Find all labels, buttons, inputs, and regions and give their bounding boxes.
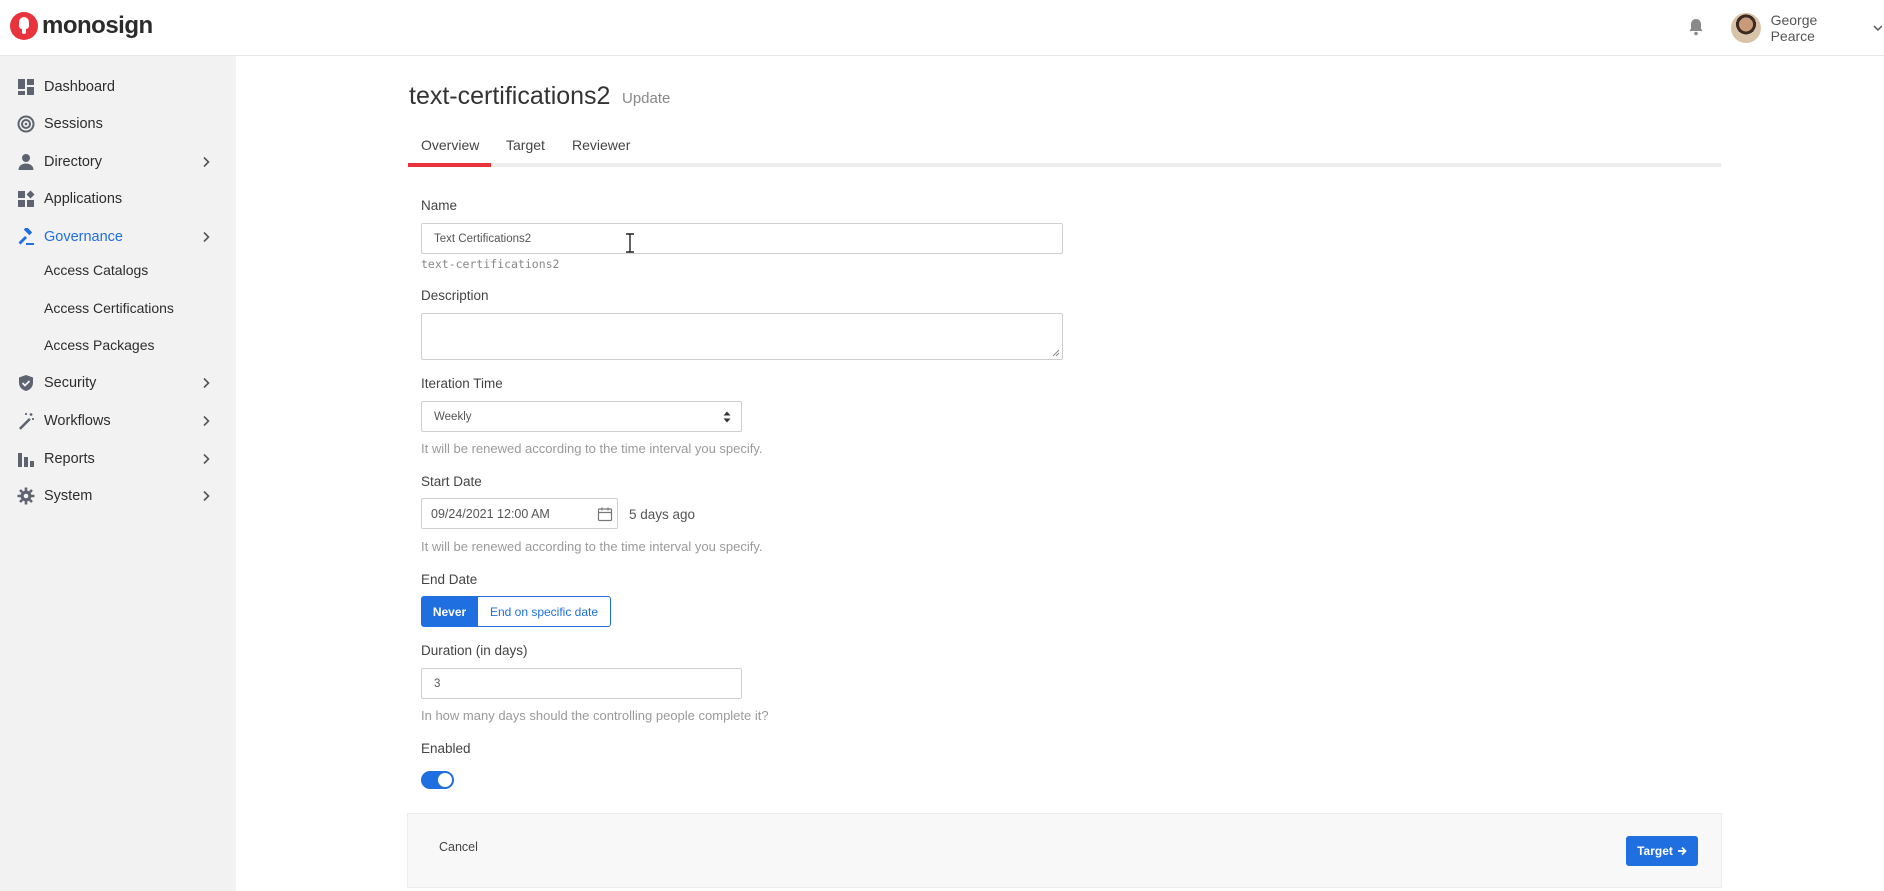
enabled-label: Enabled: [421, 741, 471, 756]
dashboard-icon: [18, 79, 34, 95]
sidebar-item-dashboard[interactable]: Dashboard: [0, 72, 236, 102]
tab-overview[interactable]: Overview: [421, 137, 479, 153]
chevron-right-icon: [203, 490, 210, 502]
text-cursor-icon: [626, 233, 634, 253]
avatar: [1731, 13, 1761, 43]
duration-label: Duration (in days): [421, 643, 528, 658]
name-slug: text-certifications2: [421, 257, 560, 271]
sidebar-item-governance[interactable]: Governance: [0, 222, 236, 252]
sidebar: Dashboard Sessions Directory Application…: [0, 56, 236, 891]
form-footer: [407, 813, 1722, 888]
enabled-toggle[interactable]: [421, 771, 454, 789]
tab-reviewer[interactable]: Reviewer: [572, 137, 630, 153]
start-date-value: 09/24/2021 12:00 AM: [431, 506, 550, 521]
sidebar-item-label: Applications: [44, 191, 123, 207]
sidebar-item-label: System: [44, 488, 93, 504]
page-title: text-certifications2: [409, 82, 611, 110]
bar-chart-icon: [18, 453, 34, 467]
end-date-label: End Date: [421, 572, 478, 587]
sidebar-item-directory[interactable]: Directory: [0, 147, 236, 177]
sidebar-item-label: Dashboard: [44, 79, 115, 95]
sidebar-item-security[interactable]: Security: [0, 368, 236, 398]
apps-icon: [18, 190, 35, 207]
description-label: Description: [421, 288, 489, 303]
tabs-divider: [408, 163, 1721, 167]
sidebar-item-label: Workflows: [44, 413, 111, 429]
name-label: Name: [421, 198, 458, 213]
logo[interactable]: monosign: [10, 12, 153, 40]
sidebar-item-system[interactable]: System: [0, 481, 236, 511]
user-menu[interactable]: George Pearce: [1731, 12, 1884, 44]
duration-help: In how many days should the controlling …: [421, 708, 769, 723]
sidebar-item-applications[interactable]: Applications: [0, 184, 236, 214]
wand-icon: [19, 413, 34, 430]
sidebar-subitem-access-catalogs[interactable]: Access Catalogs: [44, 258, 148, 282]
page-subtitle: Update: [622, 90, 671, 107]
end-date-toggle-group: Never End on specific date: [421, 596, 611, 627]
top-bar: monosign George Pearce: [0, 0, 1884, 56]
bell-icon[interactable]: [1688, 18, 1704, 36]
select-arrows-icon: [723, 411, 731, 423]
end-date-never-button[interactable]: Never: [421, 596, 478, 627]
sidebar-item-label: Security: [44, 375, 97, 391]
brand-name: monosign: [42, 12, 153, 39]
toggle-knob: [438, 773, 452, 787]
end-date-specific-button[interactable]: End on specific date: [478, 596, 611, 627]
resize-grip-icon[interactable]: [1052, 349, 1060, 357]
sidebar-subitem-access-packages[interactable]: Access Packages: [44, 333, 155, 357]
iteration-time-value: Weekly: [434, 410, 472, 423]
chevron-right-icon: [203, 156, 210, 168]
sidebar-item-reports[interactable]: Reports: [0, 444, 236, 474]
sidebar-item-label: Sessions: [44, 116, 103, 132]
shield-icon: [19, 375, 33, 391]
sidebar-item-label: Governance: [44, 229, 123, 245]
gavel-icon: [18, 228, 34, 245]
next-button-label: Target: [1637, 844, 1673, 858]
user-icon: [18, 154, 34, 170]
start-date-relative: 5 days ago: [629, 507, 696, 522]
tab-target[interactable]: Target: [506, 137, 545, 153]
iteration-time-select[interactable]: Weekly: [421, 401, 742, 432]
iteration-time-help: It will be renewed according to the time…: [421, 441, 763, 456]
arrow-right-icon: [1677, 846, 1687, 856]
chevron-right-icon: [203, 415, 210, 427]
sidebar-item-label: Directory: [44, 154, 103, 170]
start-date-label: Start Date: [421, 474, 482, 489]
active-tab-indicator: [408, 163, 491, 167]
chevron-right-icon: [203, 453, 210, 465]
name-field[interactable]: Text Certifications2: [421, 223, 1063, 254]
description-field[interactable]: [421, 313, 1063, 360]
iteration-time-label: Iteration Time: [421, 376, 503, 391]
sessions-icon: [17, 115, 35, 133]
chevron-down-icon: [1873, 25, 1883, 32]
user-name: George Pearce: [1770, 12, 1818, 44]
chevron-right-icon: [203, 377, 210, 389]
logo-mark-icon: [10, 12, 38, 40]
sidebar-item-sessions[interactable]: Sessions: [0, 109, 236, 139]
next-target-button[interactable]: Target: [1626, 836, 1698, 866]
sidebar-item-workflows[interactable]: Workflows: [0, 406, 236, 436]
chevron-right-icon: [203, 231, 210, 243]
start-date-field[interactable]: 09/24/2021 12:00 AM: [421, 498, 618, 529]
sidebar-subitem-access-certifications[interactable]: Access Certifications: [44, 296, 174, 320]
gear-icon: [17, 487, 35, 505]
cancel-button[interactable]: Cancel: [439, 840, 478, 854]
duration-field[interactable]: 3: [421, 668, 742, 699]
calendar-icon[interactable]: [597, 506, 613, 522]
start-date-help: It will be renewed according to the time…: [421, 539, 763, 554]
sidebar-item-label: Reports: [44, 451, 95, 467]
